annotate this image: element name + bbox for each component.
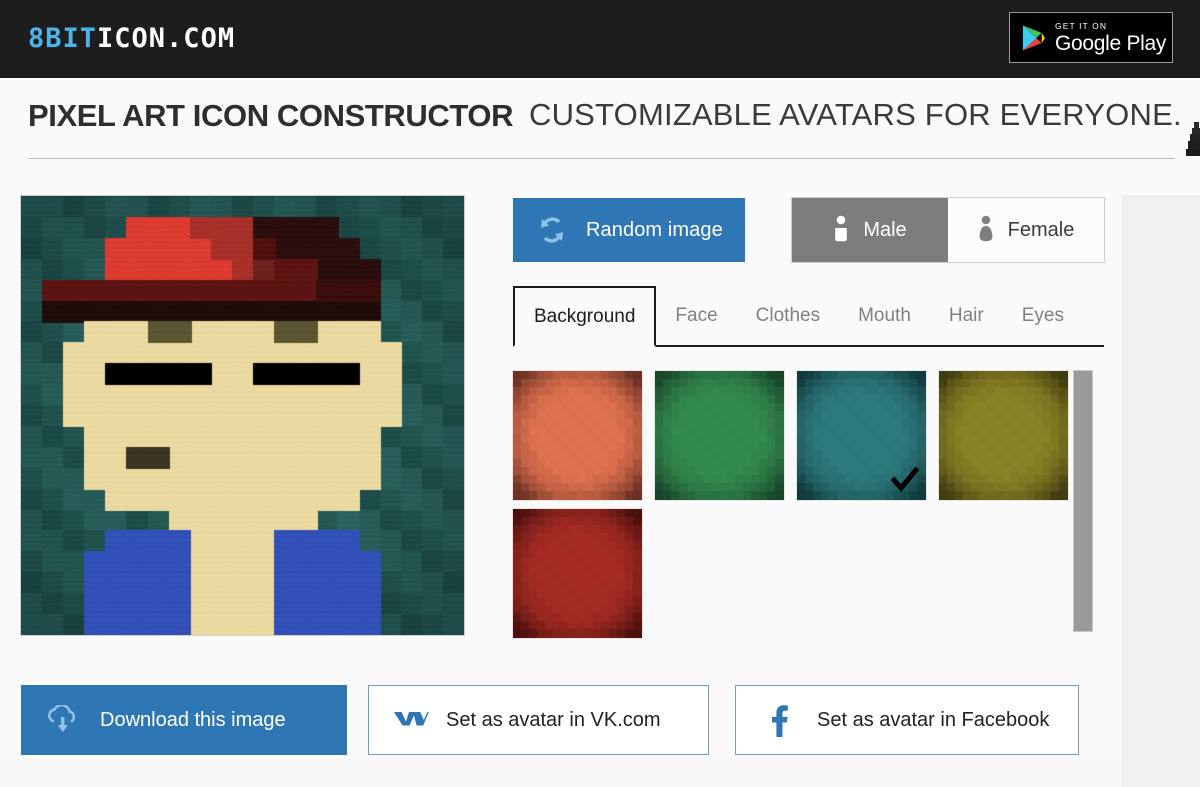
badge-small-label: GET IT ON xyxy=(1055,20,1108,31)
refresh-icon xyxy=(541,217,563,243)
facebook-label: Set as avatar in Facebook xyxy=(817,708,1050,731)
tab-label: Hair xyxy=(948,304,984,326)
tab-clothes[interactable]: Clothes xyxy=(737,286,839,345)
swatch-canvas xyxy=(939,371,1068,500)
page-heading: PIXEL ART ICON CONSTRUCTOR CUSTOMIZABLE … xyxy=(0,78,1200,162)
logo-text-white: ICON.COM xyxy=(97,23,236,54)
action-bar: Download this image Set as avatar in VK.… xyxy=(21,685,1081,755)
background-darkred[interactable] xyxy=(513,509,642,638)
option-panel xyxy=(513,371,1104,638)
heading-divider xyxy=(28,158,1175,159)
avatar-preview[interactable] xyxy=(21,196,464,635)
swatch-canvas xyxy=(655,371,784,500)
download-button[interactable]: Download this image xyxy=(21,685,347,755)
gender-label-female: Female xyxy=(1007,218,1075,241)
page-title: PIXEL ART ICON CONSTRUCTOR xyxy=(28,98,514,133)
site-header: 8BITICON.COM GET IT ON Google Play xyxy=(0,0,1200,78)
tab-background[interactable]: Background xyxy=(513,286,657,347)
background-orange[interactable] xyxy=(513,371,642,500)
google-play-icon xyxy=(1022,25,1046,50)
tab-label: Eyes xyxy=(1021,304,1064,326)
gender-toggle[interactable]: Male Female xyxy=(792,198,1104,262)
tab-label: Mouth xyxy=(858,304,911,326)
badge-big-label: Google Play xyxy=(1055,31,1167,55)
page-tagline: CUSTOMIZABLE AVATARS FOR EVERYONE. xyxy=(529,97,1182,132)
tab-hair[interactable]: Hair xyxy=(930,286,1003,345)
facebook-avatar-button[interactable]: Set as avatar in Facebook xyxy=(735,685,1079,755)
gender-option-male[interactable]: Male xyxy=(792,198,948,262)
swatch-scrollbar[interactable] xyxy=(1074,371,1092,631)
logo-text-blue: 8BIT xyxy=(28,23,98,54)
swatch-grid xyxy=(513,371,1073,638)
gender-label-male: Male xyxy=(863,218,907,241)
background-olive[interactable] xyxy=(939,371,1068,500)
category-tabs: Background Face Clothes Mouth Hair Eyes xyxy=(513,286,1104,347)
background-teal[interactable] xyxy=(797,371,926,500)
gender-option-female[interactable]: Female xyxy=(948,198,1104,262)
random-image-button[interactable]: Random image xyxy=(513,198,745,262)
download-cloud-icon xyxy=(48,705,76,732)
right-side-panel xyxy=(1122,195,1200,787)
tab-eyes[interactable]: Eyes xyxy=(1003,286,1083,345)
tab-label: Face xyxy=(675,304,718,326)
tab-face[interactable]: Face xyxy=(656,286,736,345)
male-person-icon xyxy=(835,215,848,242)
female-person-icon xyxy=(979,215,993,242)
tab-label: Background xyxy=(534,305,636,327)
random-image-label: Random image xyxy=(586,218,723,241)
swatch-canvas xyxy=(513,509,642,638)
vk-avatar-button[interactable]: Set as avatar in VK.com xyxy=(368,685,709,755)
vk-label: Set as avatar in VK.com xyxy=(446,708,661,731)
swatch-canvas xyxy=(513,371,642,500)
tab-mouth[interactable]: Mouth xyxy=(839,286,930,345)
tab-label: Clothes xyxy=(755,304,821,326)
page-footer-area xyxy=(0,760,1122,787)
google-play-badge[interactable]: GET IT ON Google Play xyxy=(1009,12,1173,63)
download-label: Download this image xyxy=(100,708,286,731)
facebook-icon xyxy=(772,705,788,737)
site-logo[interactable]: 8BITICON.COM xyxy=(28,22,235,56)
vk-icon xyxy=(394,712,429,726)
decorative-pixel-figure-icon xyxy=(1186,122,1200,156)
avatar-canvas xyxy=(21,196,464,635)
checkmark-icon xyxy=(891,466,919,492)
background-green[interactable] xyxy=(655,371,784,500)
